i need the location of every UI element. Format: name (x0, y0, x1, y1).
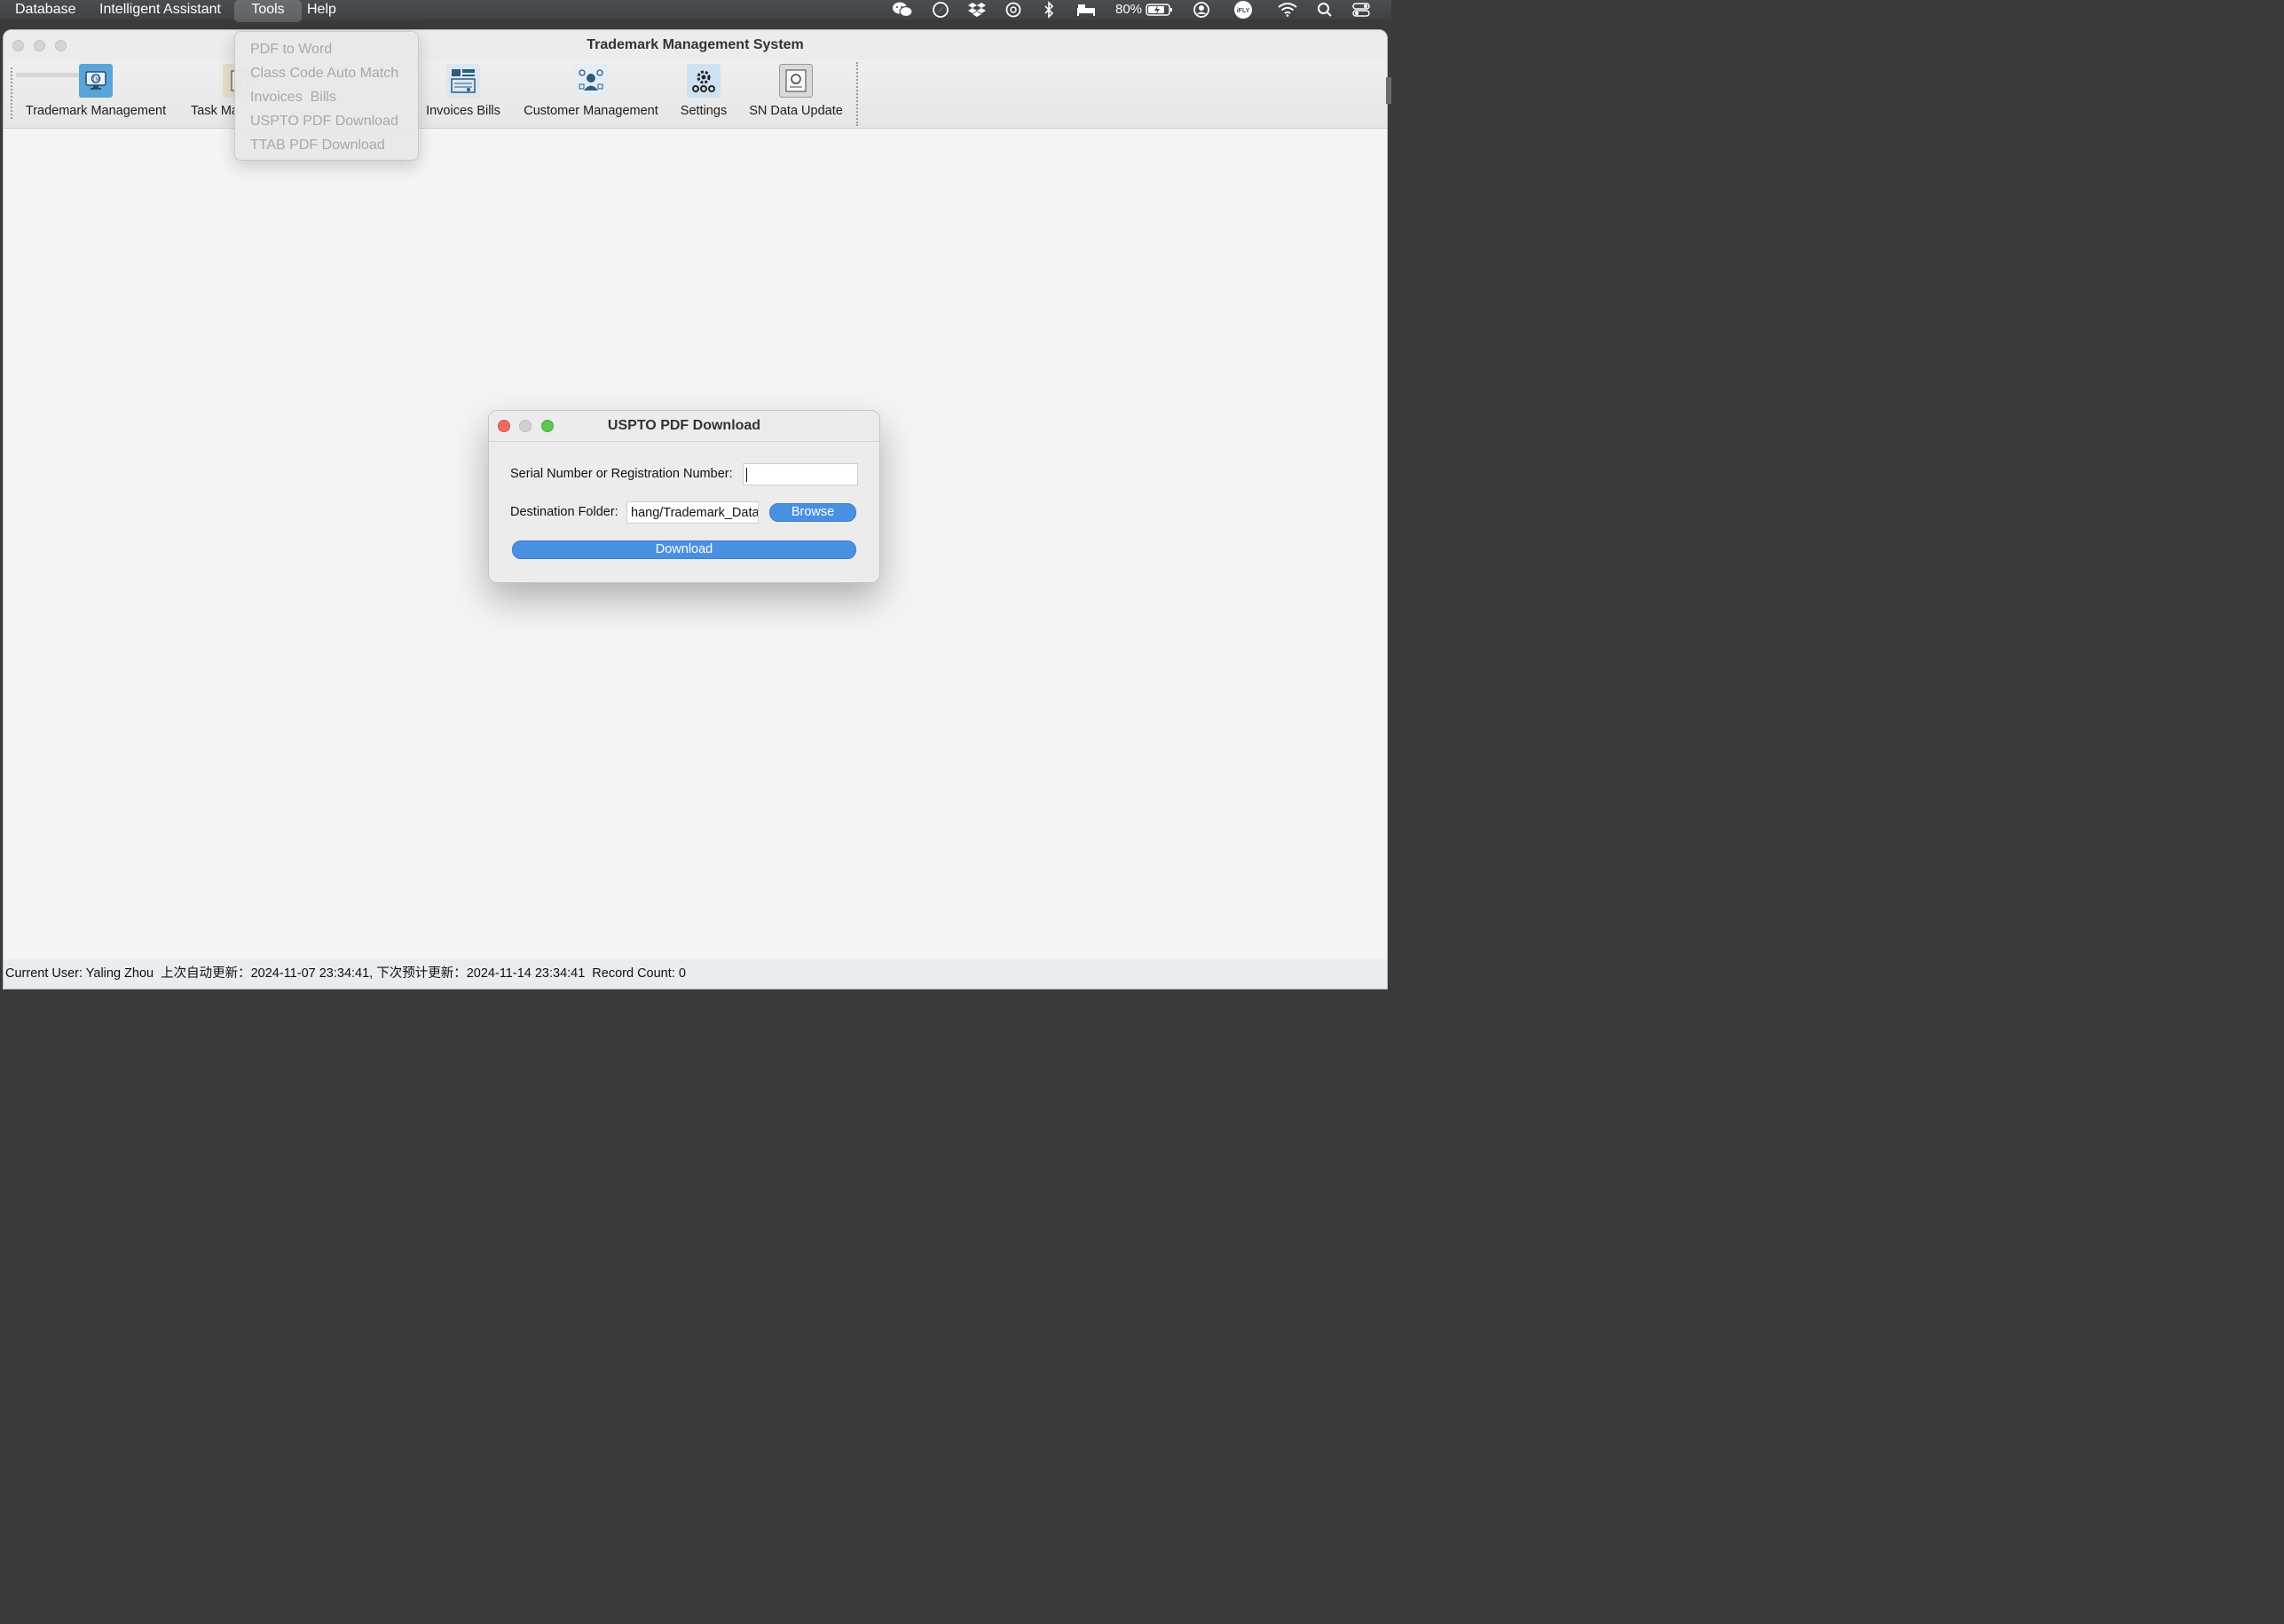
tools-dropdown-menu: PDF to Word Class Code Auto Match Invoic… (234, 31, 419, 161)
window-titlebar: Trademark Management System (4, 30, 1387, 60)
dropbox-icon[interactable] (966, 0, 988, 20)
invoice-icon (446, 64, 480, 98)
user-account-icon[interactable] (1191, 0, 1212, 20)
openai-icon[interactable] (1003, 0, 1024, 20)
menu-item-class-code-auto-match[interactable]: Class Code Auto Match (235, 61, 418, 85)
ifly-icon[interactable]: iFLY (1232, 0, 1255, 20)
toolbar-sn-data-update[interactable]: SN Data Update (747, 64, 845, 126)
menu-item-uspto-pdf-download[interactable]: USPTO PDF Download (235, 109, 418, 133)
toolbar-label: SN Data Update (749, 104, 843, 118)
menu-database[interactable]: Database (8, 0, 83, 20)
menu-help[interactable]: Help (300, 0, 343, 20)
toolbar-grip[interactable] (11, 67, 12, 119)
toolbar-label: Customer Management (524, 104, 658, 118)
status-current-user: Current User: Yaling Zhou (5, 966, 154, 981)
menu-item-invoices-bills[interactable]: Invoices Bills (235, 85, 418, 109)
dialog-title: USPTO PDF Download (607, 418, 761, 433)
battery-icon[interactable] (1145, 0, 1175, 20)
browse-button[interactable]: Browse (769, 503, 856, 522)
customer-icon (574, 64, 608, 98)
serial-number-label: Serial Number or Registration Number: (510, 467, 733, 481)
toolbar-customer-management[interactable]: Customer Management (521, 64, 661, 126)
settings-gear-icon (687, 64, 721, 98)
window-title: Trademark Management System (587, 37, 804, 52)
status-update-info: 上次自动更新：2024-11-07 23:34:41, 下次预计更新：2024-… (161, 966, 586, 981)
search-icon[interactable] (1315, 0, 1335, 20)
status-record-count: Record Count: 0 (592, 966, 686, 981)
toolbar-invoices-bills[interactable]: Invoices Bills (421, 64, 506, 126)
menu-bar: Database Intelligent Assistant Tools Hel… (0, 0, 1391, 22)
menu-item-ttab-pdf-download[interactable]: TTAB PDF Download (235, 133, 418, 157)
destination-folder-input[interactable]: hang/Trademark_Data (626, 501, 759, 524)
download-button[interactable]: Download (512, 540, 856, 559)
battery-percent: 80% (1114, 2, 1143, 17)
menu-tools[interactable]: Tools (234, 0, 302, 22)
toolbar-label: Invoices Bills (426, 104, 500, 118)
wifi-icon[interactable] (1276, 0, 1299, 20)
toolbar-label: Trademark Management (25, 104, 167, 118)
menu-item-pdf-to-word[interactable]: PDF to Word (235, 37, 418, 61)
compass-icon[interactable] (930, 0, 951, 20)
text-caret (746, 468, 747, 482)
window-edge-scrollbar[interactable] (1386, 77, 1391, 104)
uspto-pdf-download-dialog: USPTO PDF Download Serial Number or Regi… (488, 410, 880, 583)
wechat-icon[interactable] (891, 0, 914, 20)
toolbar-label: Settings (680, 104, 728, 118)
toolbar: TM Trademark Management Task Ma Invoices… (4, 60, 1387, 129)
trademark-monitor-icon: TM (79, 64, 113, 98)
status-bar: Current User: Yaling Zhou 上次自动更新：2024-11-… (4, 959, 1387, 989)
toolbar-separator (856, 62, 858, 126)
control-center-icon[interactable] (1351, 0, 1372, 20)
menu-intelligent-assistant[interactable]: Intelligent Assistant (92, 0, 228, 20)
toolbar-settings[interactable]: Settings (676, 64, 731, 126)
dialog-titlebar: USPTO PDF Download (489, 411, 879, 442)
destination-folder-label: Destination Folder: (510, 505, 618, 519)
svg-text:iFLY: iFLY (1237, 8, 1250, 14)
toolbar-trademark-management[interactable]: TM Trademark Management (21, 64, 170, 126)
bed-icon[interactable] (1074, 0, 1099, 20)
bluetooth-icon[interactable] (1040, 0, 1058, 20)
data-update-icon (779, 64, 813, 98)
serial-number-input[interactable] (743, 463, 858, 485)
svg-text:TM: TM (92, 77, 100, 83)
